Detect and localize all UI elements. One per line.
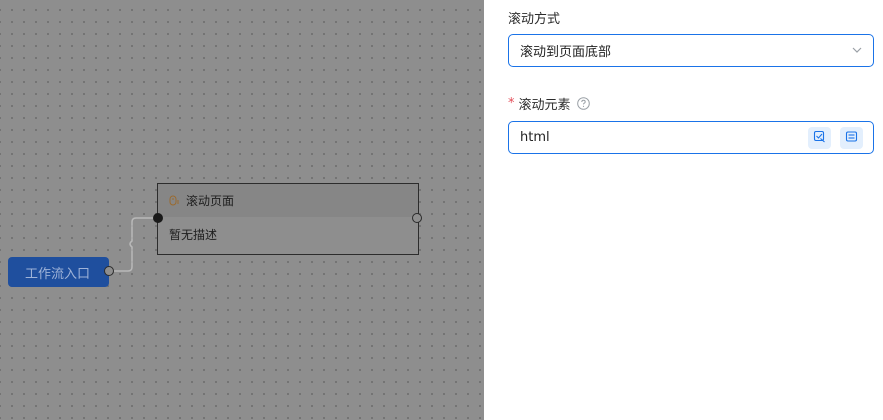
element-library-button[interactable] [840, 127, 863, 149]
entry-output-port[interactable] [104, 266, 114, 276]
node-description: 暂无描述 [169, 228, 218, 242]
node-output-port[interactable] [412, 213, 422, 223]
properties-panel: 滚动方式 滚动到页面底部 * 滚动元素 html [484, 0, 883, 420]
chevron-down-icon [851, 44, 863, 56]
scroll-mouse-icon [168, 195, 180, 207]
node-input-port[interactable] [153, 213, 163, 223]
scroll-mode-value: 滚动到页面底部 [520, 45, 612, 60]
entry-node-label: 工作流入口 [24, 266, 90, 282]
workflow-entry-node[interactable]: 工作流入口 [8, 257, 109, 287]
scroll-mode-label-text: 滚动方式 [508, 12, 561, 27]
node-title: 滚动页面 [186, 194, 235, 208]
required-mark: * [508, 96, 515, 111]
scroll-element-value: html [520, 130, 550, 145]
input-actions [808, 127, 863, 149]
scroll-mode-label: 滚动方式 [508, 8, 560, 27]
scroll-element-label: * 滚动元素 [508, 94, 590, 113]
pick-element-icon [813, 130, 826, 147]
scroll-element-input[interactable]: html [508, 121, 874, 154]
workflow-canvas[interactable]: 工作流入口 滚动页面 暂无描述 [0, 0, 484, 420]
scroll-page-node[interactable]: 滚动页面 暂无描述 [157, 183, 419, 255]
scroll-element-label-text: 滚动元素 [518, 98, 571, 113]
node-header: 滚动页面 [158, 184, 418, 217]
help-icon[interactable] [576, 97, 590, 110]
pick-element-button[interactable] [808, 127, 831, 149]
scroll-mode-select[interactable]: 滚动到页面底部 [508, 34, 874, 67]
element-library-icon [845, 130, 858, 147]
